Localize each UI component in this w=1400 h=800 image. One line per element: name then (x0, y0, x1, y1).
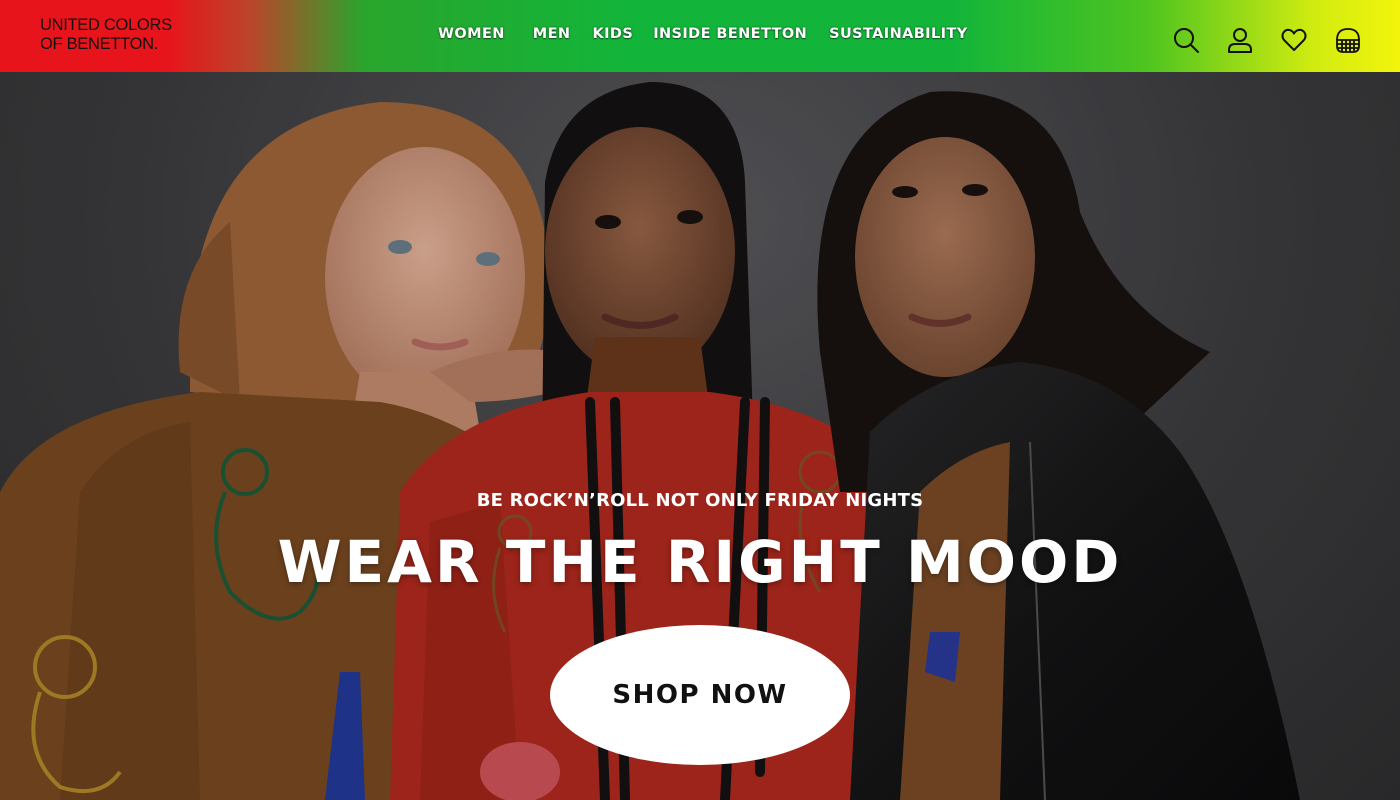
nav-item-sustainability[interactable]: SUSTAINABILITY (829, 26, 967, 42)
shop-now-button[interactable]: SHOP NOW (550, 625, 850, 765)
basket-button[interactable] (1332, 24, 1364, 56)
nav-item-women[interactable]: WOMEN (438, 26, 505, 42)
hero-headline: WEAR THE RIGHT MOOD (277, 528, 1123, 596)
wishlist-heart-icon (1281, 28, 1307, 51)
site-header: UNITED COLORS OF BENETTON. WOMEN MEN KID… (0, 0, 1400, 72)
wishlist-button[interactable] (1278, 24, 1310, 56)
hero-eyebrow: BE ROCK’N’ROLL NOT ONLY FRIDAY NIGHTS (476, 490, 924, 511)
main-nav: WOMEN MEN KIDS INSIDE BENETTON SUSTAINAB… (438, 26, 968, 42)
hero-banner: BE ROCK’N’ROLL NOT ONLY FRIDAY NIGHTS WE… (0, 72, 1400, 800)
account-icon (1228, 28, 1252, 53)
account-button[interactable] (1224, 24, 1256, 56)
shopping-basket-icon (1336, 28, 1360, 53)
brand-logo-line2: OF BENETTON. (40, 35, 159, 53)
brand-logo[interactable]: UNITED COLORS OF BENETTON. (40, 16, 172, 54)
search-icon (1174, 28, 1199, 53)
search-button[interactable] (1170, 24, 1202, 56)
nav-item-kids[interactable]: KIDS (592, 26, 633, 42)
header-icons (1170, 24, 1364, 56)
nav-item-men[interactable]: MEN (533, 26, 571, 42)
brand-logo-line1: UNITED COLORS (40, 16, 172, 34)
nav-item-inside-benetton[interactable]: INSIDE BENETTON (653, 26, 807, 42)
